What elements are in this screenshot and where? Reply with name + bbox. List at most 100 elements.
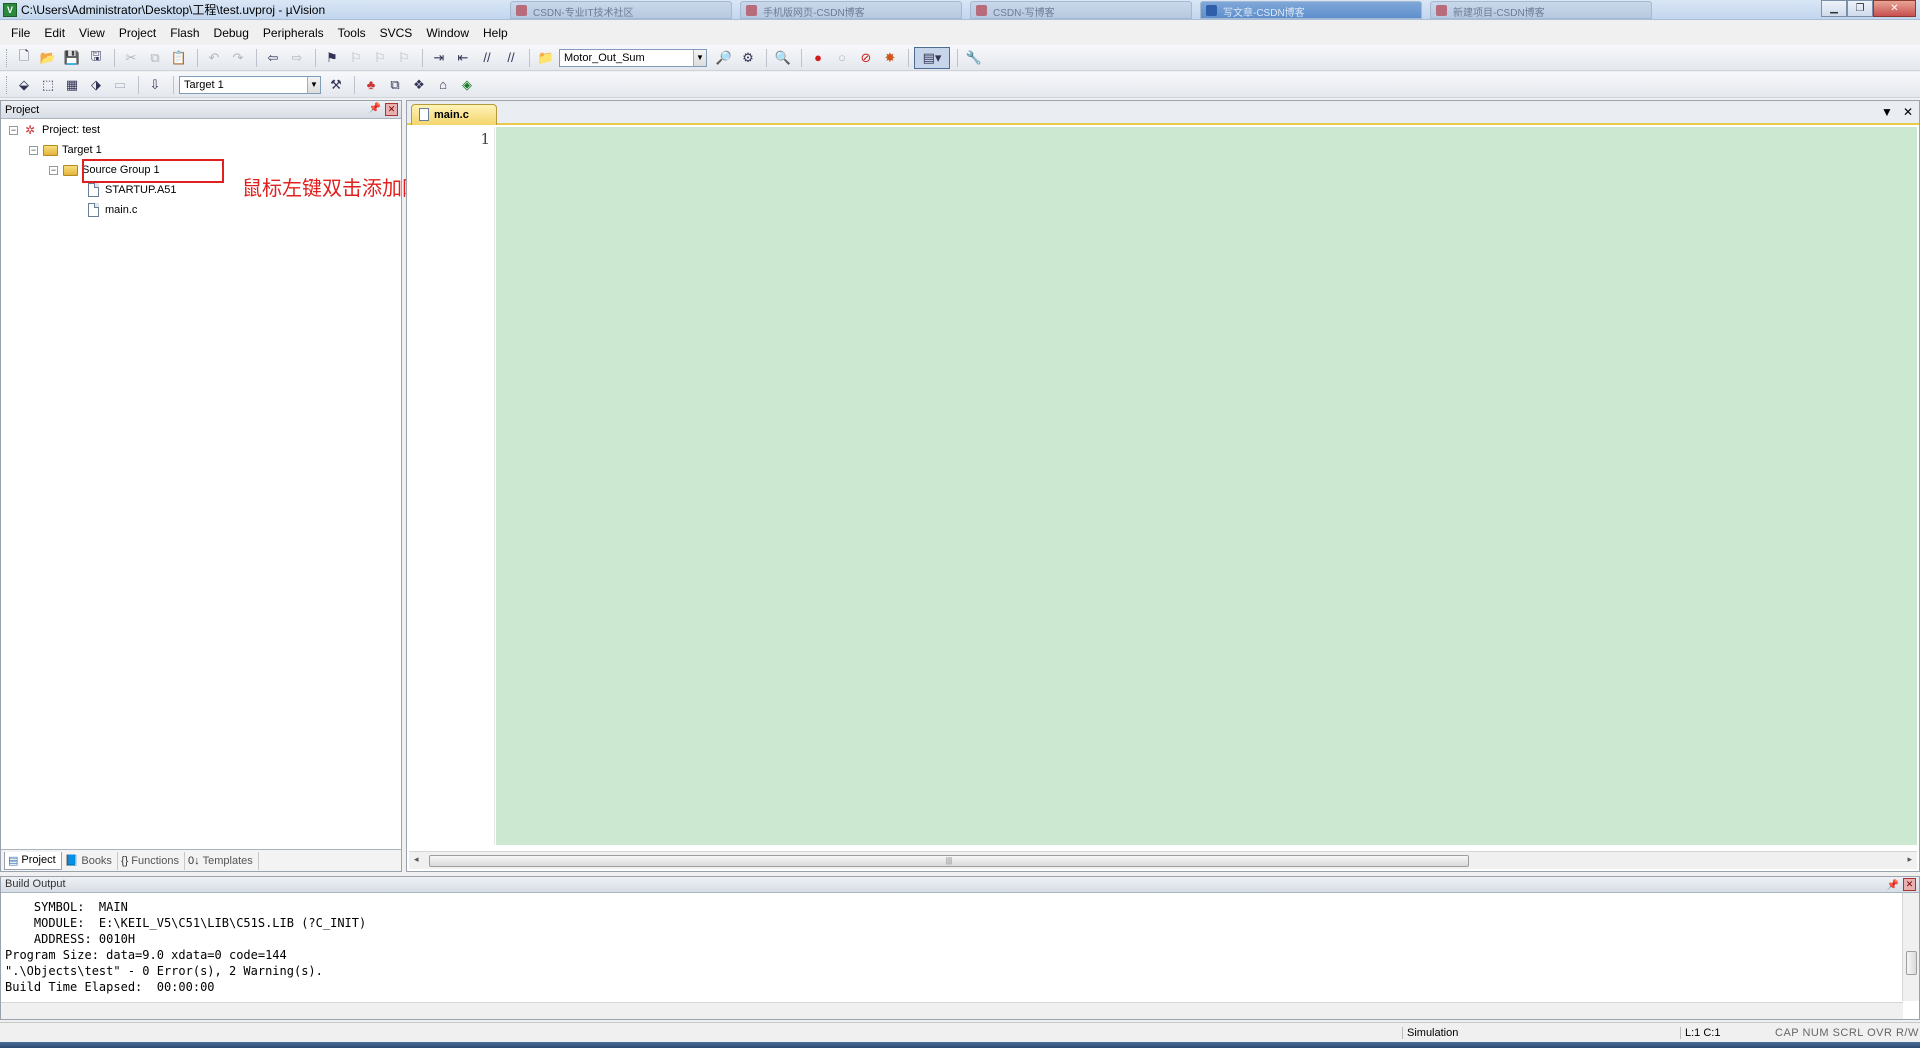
target-options-icon[interactable]: ⚒ bbox=[325, 74, 347, 96]
build-icon[interactable]: ⬚ bbox=[37, 74, 59, 96]
unindent-icon[interactable]: ⇤ bbox=[452, 47, 474, 69]
tab-functions[interactable]: {} Functions bbox=[118, 851, 185, 870]
tab-list-dropdown-icon[interactable]: ▼ bbox=[1881, 105, 1893, 119]
menu-window[interactable]: Window bbox=[419, 24, 476, 42]
tab-books[interactable]: 📘 Books bbox=[62, 851, 118, 870]
pin-icon[interactable]: 📌 bbox=[369, 103, 381, 114]
menu-project[interactable]: Project bbox=[112, 24, 163, 42]
tab-templates[interactable]: 0↓ Templates bbox=[185, 851, 259, 870]
target-combo-value: Target 1 bbox=[184, 78, 224, 91]
rebuild-icon[interactable]: ▦ bbox=[61, 74, 83, 96]
chevron-down-icon[interactable]: ▼ bbox=[693, 49, 706, 66]
build-output-line: MODULE: E:\KEIL_V5\C51\LIB\C51S.LIB (?C_… bbox=[5, 916, 367, 930]
prev-bookmark-icon[interactable]: ⚐ bbox=[345, 47, 367, 69]
restore-button[interactable]: ❐ bbox=[1847, 0, 1873, 17]
incremental-find-icon[interactable]: ⚙ bbox=[737, 47, 759, 69]
comment-icon[interactable]: // bbox=[476, 47, 498, 69]
file-extensions-icon[interactable]: ♣ bbox=[360, 74, 382, 96]
download-icon[interactable]: ⇩ bbox=[144, 74, 166, 96]
scroll-left-icon[interactable]: ◂ bbox=[414, 854, 419, 865]
menu-flash[interactable]: Flash bbox=[163, 24, 206, 42]
tab-project[interactable]: ▤ Project bbox=[4, 851, 62, 870]
new-file-icon[interactable]: 🗋 bbox=[13, 47, 35, 69]
background-tab[interactable]: CSDN-专业IT技术社区 bbox=[510, 1, 732, 19]
kill-all-breakpoints-icon[interactable]: ✸ bbox=[879, 47, 901, 69]
save-all-icon[interactable]: 🖫 bbox=[85, 47, 107, 69]
window-layout-icon[interactable]: ▤▾ bbox=[914, 46, 950, 69]
translate-icon[interactable]: ⬙ bbox=[13, 74, 35, 96]
disable-all-breakpoints-icon[interactable]: ⊘ bbox=[855, 47, 877, 69]
background-tab[interactable]: CSDN-写博客 bbox=[970, 1, 1192, 19]
background-tab[interactable]: 写文章-CSDN博客 bbox=[1200, 1, 1422, 19]
toolbar-grip[interactable] bbox=[6, 48, 9, 67]
os-taskbar bbox=[0, 1042, 1920, 1048]
tree-label-project: Project: test bbox=[42, 124, 101, 136]
target-combo[interactable]: Target 1 ▼ bbox=[179, 75, 321, 94]
save-icon[interactable]: 💾 bbox=[61, 47, 83, 69]
build-output-vertical-scrollbar[interactable] bbox=[1902, 893, 1919, 1001]
navigate-forward-icon[interactable]: ⇨ bbox=[286, 47, 308, 69]
menu-svcs[interactable]: SVCS bbox=[373, 24, 420, 42]
pack-installer-icon[interactable]: ⌂ bbox=[432, 74, 454, 96]
collapse-icon[interactable]: − bbox=[29, 145, 38, 155]
clear-bookmarks-icon[interactable]: ⚐ bbox=[393, 47, 415, 69]
manage-project-items-icon[interactable]: ⧉ bbox=[384, 74, 406, 96]
minimize-button[interactable]: ▁ bbox=[1821, 0, 1847, 17]
disable-breakpoint-icon[interactable]: ○ bbox=[831, 47, 853, 69]
undo-icon[interactable]: ↶ bbox=[203, 47, 225, 69]
find-icon[interactable]: 🔎 bbox=[713, 47, 735, 69]
menu-debug[interactable]: Debug bbox=[207, 24, 256, 42]
find-in-files-icon[interactable]: 📁 bbox=[535, 47, 557, 69]
menu-file[interactable]: File bbox=[4, 24, 37, 42]
scroll-right-icon[interactable]: ▸ bbox=[1907, 854, 1912, 865]
stop-build-icon[interactable]: ▭ bbox=[109, 74, 131, 96]
menu-view[interactable]: View bbox=[72, 24, 112, 42]
breakpoint-icon[interactable]: ● bbox=[807, 47, 829, 69]
collapse-icon[interactable]: − bbox=[9, 125, 18, 135]
close-icon[interactable]: ✕ bbox=[385, 103, 398, 116]
menu-help[interactable]: Help bbox=[476, 24, 515, 42]
pin-icon[interactable]: 📌 bbox=[1887, 878, 1899, 893]
toolbar-separator bbox=[114, 48, 115, 67]
code-editor-area[interactable] bbox=[496, 127, 1917, 845]
editor-tab-main-c[interactable]: main.c bbox=[411, 104, 497, 125]
debug-session-icon[interactable]: 🔍 bbox=[772, 47, 794, 69]
select-packs-icon[interactable]: ❖ bbox=[408, 74, 430, 96]
close-window-button[interactable]: ✕ bbox=[1873, 0, 1916, 17]
collapse-icon[interactable]: − bbox=[49, 165, 58, 175]
toolbar-grip[interactable] bbox=[6, 75, 9, 94]
books-icon: 📘 bbox=[64, 855, 79, 867]
scrollbar-thumb[interactable]: ||| bbox=[429, 855, 1469, 867]
background-tab[interactable]: 新建项目-CSDN博客 bbox=[1430, 1, 1652, 19]
chevron-down-icon[interactable]: ▼ bbox=[307, 76, 320, 93]
navigate-back-icon[interactable]: ⇦ bbox=[262, 47, 284, 69]
annotation-highlight-box bbox=[82, 159, 224, 183]
function-combo[interactable]: Motor_Out_Sum ▼ bbox=[559, 48, 707, 67]
batch-build-icon[interactable]: ⬗ bbox=[85, 74, 107, 96]
indent-icon[interactable]: ⇥ bbox=[428, 47, 450, 69]
cut-icon[interactable]: ✂ bbox=[120, 47, 142, 69]
scrollbar-thumb[interactable] bbox=[1906, 951, 1917, 975]
next-bookmark-icon[interactable]: ⚐ bbox=[369, 47, 391, 69]
copy-icon[interactable]: ⧉ bbox=[144, 47, 166, 69]
open-folder-icon[interactable]: 📂 bbox=[37, 47, 59, 69]
menu-peripherals[interactable]: Peripherals bbox=[256, 24, 331, 42]
background-tab[interactable]: 手机版网页-CSDN博客 bbox=[740, 1, 962, 19]
redo-icon[interactable]: ↷ bbox=[227, 47, 249, 69]
tree-node-project[interactable]: − ✲ Project: test bbox=[9, 121, 100, 139]
uncomment-icon[interactable]: // bbox=[500, 47, 522, 69]
configure-wrench-icon[interactable]: 🔧 bbox=[963, 47, 985, 69]
bookmark-icon[interactable]: ⚑ bbox=[321, 47, 343, 69]
menu-edit[interactable]: Edit bbox=[37, 24, 72, 42]
editor-horizontal-scrollbar[interactable]: ◂ ||| ▸ bbox=[409, 851, 1917, 869]
build-output-text[interactable]: SYMBOL: MAIN MODULE: E:\KEIL_V5\C51\LIB\… bbox=[5, 899, 366, 995]
tree-node-file[interactable]: STARTUP.A51 bbox=[85, 181, 177, 199]
manage-rte-icon[interactable]: ◈ bbox=[456, 74, 478, 96]
close-tab-icon[interactable]: ✕ bbox=[1903, 105, 1913, 119]
build-output-horizontal-scrollbar[interactable] bbox=[1, 1002, 1903, 1019]
paste-icon[interactable]: 📋 bbox=[168, 47, 190, 69]
menu-tools[interactable]: Tools bbox=[331, 24, 373, 42]
tree-node-target[interactable]: − Target 1 bbox=[29, 141, 102, 159]
tree-node-file[interactable]: main.c bbox=[85, 201, 137, 219]
close-icon[interactable]: ✕ bbox=[1903, 878, 1916, 891]
